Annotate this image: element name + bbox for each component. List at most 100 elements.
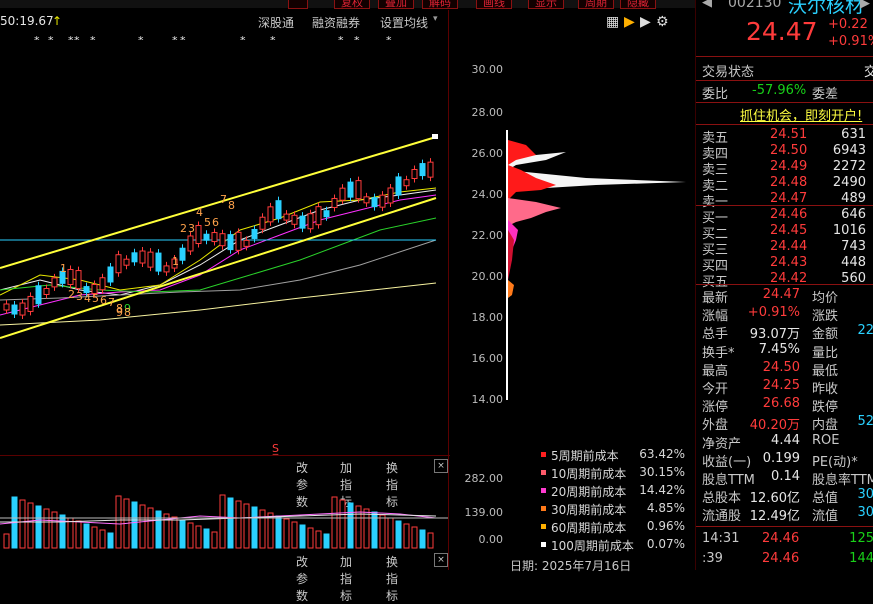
gear-icon[interactable]: ⚙ xyxy=(656,14,669,30)
candle-body xyxy=(35,285,42,305)
menu-rongzirongquan[interactable]: 融资融券 xyxy=(312,14,360,31)
volume-bar xyxy=(387,517,394,549)
candle-body xyxy=(147,251,154,268)
volume-bar xyxy=(299,524,306,549)
legend-color-swatch xyxy=(541,524,546,529)
chip-distribution-chart xyxy=(506,130,686,400)
candle-body xyxy=(347,181,354,198)
stat-value: 40.20万 xyxy=(749,418,800,434)
sequence-number-label: 1 xyxy=(172,255,179,268)
trade-status-row: 交易状态 交 xyxy=(696,60,873,80)
panel-separator xyxy=(696,526,873,527)
stat-label: 净资产 xyxy=(702,436,742,452)
volume-bar xyxy=(51,511,58,549)
sequence-number-label: 1 xyxy=(60,262,67,275)
candle-body xyxy=(315,206,322,226)
volume-bar xyxy=(339,499,346,549)
price-change-pct: +0.91% xyxy=(828,34,873,49)
volume-bar xyxy=(363,508,370,549)
forward-arrow-icon[interactable]: ▶ xyxy=(860,0,870,11)
flag-icon[interactable]: ▶ xyxy=(624,14,635,30)
stock-name: 沃尔核材 xyxy=(788,0,865,17)
legend-label: 20周期前成本 xyxy=(551,485,627,499)
volume-bar xyxy=(307,527,314,549)
close-icon[interactable]: × xyxy=(434,459,448,473)
stat-label: 量比 xyxy=(812,345,839,361)
candle-body xyxy=(403,179,410,187)
price-axis-label: 14.00 xyxy=(471,393,504,406)
menu-shengutong[interactable]: 深股通 xyxy=(258,14,294,31)
candle-body xyxy=(331,197,338,208)
legend-value: 63.42% xyxy=(639,447,685,461)
stat-row: 外盘 40.20万 内盘 52 xyxy=(696,413,873,434)
promo-link[interactable]: 抓住机会，即刻开户! xyxy=(740,105,862,124)
quote-panel: ◀ 002130 沃尔核材 ▶ 24.47 +0.22 +0.91% 交易状态 … xyxy=(695,0,873,570)
stat-row: 总手 93.07万 金额 22 xyxy=(696,322,873,342)
volume-divider xyxy=(0,455,450,456)
sequence-number-label: 2 xyxy=(180,222,187,235)
promo-row[interactable]: 抓住机会，即刻开户! xyxy=(696,104,873,124)
stat-row: 最高 24.50 最低 xyxy=(696,359,873,379)
legend-label: 60周期前成本 xyxy=(551,521,627,535)
stat-value: 22 xyxy=(857,323,873,339)
stat-label: 流值 xyxy=(812,509,839,525)
candle-body xyxy=(259,216,266,230)
toolbar-button-misc[interactable] xyxy=(288,0,308,9)
sequence-number-label: 6 xyxy=(100,294,107,307)
menu-shezhijunxian[interactable]: 设置均线 xyxy=(380,14,428,31)
dropdown-triangle-icon[interactable]: ▾ xyxy=(433,14,438,24)
order-volume: 2490 xyxy=(832,175,866,190)
stat-row: 股息TTM 0.14 股息率TTM xyxy=(696,468,873,488)
volume-bar xyxy=(211,531,218,549)
stat-row: 涨停 26.68 跌停 xyxy=(696,395,873,415)
candle-body xyxy=(291,214,298,225)
up-arrow-icon: ↑ xyxy=(52,14,63,28)
stat-label: PE(动)* xyxy=(812,454,858,470)
kline-chart[interactable]: 12 3 4 5 6 7 8 912 345 67 89 8 S̲ xyxy=(0,40,450,455)
panel-separator xyxy=(696,124,873,125)
volume-bar xyxy=(91,526,98,549)
stat-value: 26.68 xyxy=(762,396,800,412)
candle-body xyxy=(219,233,226,247)
cost-legend-row: 60周期前成本 0.96% xyxy=(541,518,691,536)
toolbar-button-fuquan[interactable]: 复权 xyxy=(334,0,370,9)
legend-color-swatch xyxy=(541,488,546,493)
channel-handle xyxy=(432,134,438,139)
stat-label: 收益(一) xyxy=(702,454,752,470)
order-volume: 743 xyxy=(841,239,866,254)
stat-value: +0.91% xyxy=(747,305,800,321)
legend-color-swatch xyxy=(541,470,546,475)
vol-add-indicator-button[interactable]: 加指标 xyxy=(340,553,352,604)
candle-body xyxy=(195,225,202,245)
candle-body xyxy=(323,210,330,218)
back-arrow-icon[interactable]: ◀ xyxy=(702,0,712,10)
toolbar-button-diejia[interactable]: 叠加 xyxy=(378,0,414,9)
vol-switch-indicator-button[interactable]: 换指标 xyxy=(386,553,398,604)
stat-label: 股息率TTM xyxy=(812,473,873,488)
sequence-number-label: 7 xyxy=(220,193,227,206)
candle-body xyxy=(187,235,194,252)
vol-change-params-button[interactable]: 改参数 xyxy=(296,553,308,604)
chip-pink-band xyxy=(508,198,561,226)
order-price: 24.46 xyxy=(770,207,808,222)
grid-icon[interactable]: ▦ xyxy=(606,14,619,30)
volume-chart[interactable] xyxy=(0,476,450,550)
candle-body xyxy=(235,231,242,251)
play-icon[interactable]: ▶ xyxy=(640,14,651,30)
stat-row: 总股本 12.60亿 总值 30 xyxy=(696,486,873,506)
stat-row: 最新 24.47 均价 xyxy=(696,286,873,306)
price-axis-label: 16.00 xyxy=(471,352,504,365)
webi-value: -57.96% xyxy=(752,83,807,98)
order-volume: 489 xyxy=(841,191,866,206)
legend-label: 30周期前成本 xyxy=(551,503,627,517)
price-axis-label: 30.00 xyxy=(471,63,504,76)
candle-body xyxy=(211,232,218,243)
legend-value: 0.96% xyxy=(646,519,685,533)
sequence-number-label: 3 xyxy=(188,222,195,235)
order-price: 24.43 xyxy=(770,255,808,270)
candle-body xyxy=(299,215,306,229)
volume-bar xyxy=(83,523,90,549)
candle-body xyxy=(11,304,18,315)
volume-bar xyxy=(147,507,154,549)
vol-close-icon[interactable]: × xyxy=(434,553,448,567)
